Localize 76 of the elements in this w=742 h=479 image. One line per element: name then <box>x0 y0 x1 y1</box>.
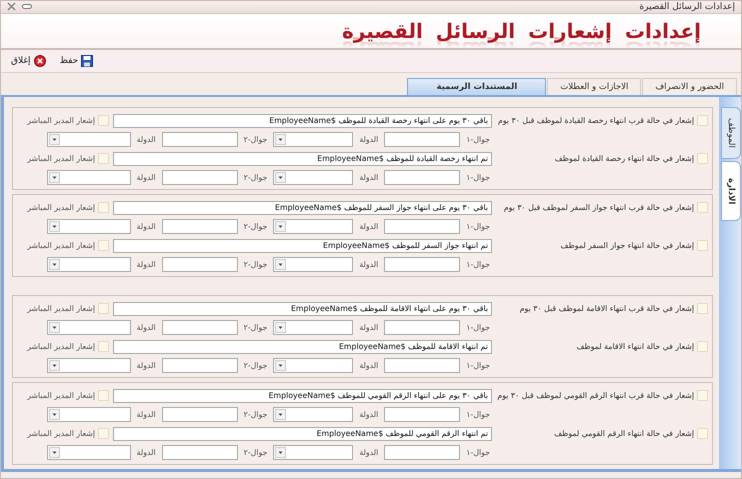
mobile-field[interactable] <box>162 132 238 147</box>
mobile-field[interactable] <box>384 320 460 335</box>
save-button[interactable]: حفظ <box>58 54 96 68</box>
mobile-field[interactable] <box>384 132 460 147</box>
checkbox[interactable] <box>98 390 109 401</box>
window-title: إعدادات الرسائل القصيرة <box>639 2 735 12</box>
close-icon[interactable] <box>7 2 16 12</box>
mobile-field[interactable] <box>162 219 238 234</box>
checkbox[interactable] <box>697 303 708 314</box>
country-dropdown[interactable] <box>46 358 131 373</box>
side-tab[interactable]: الادارة <box>721 160 741 222</box>
minimize-icon[interactable] <box>22 4 32 10</box>
mobile-field[interactable] <box>384 358 460 373</box>
caret-icon <box>48 409 60 420</box>
caret-icon <box>48 360 60 371</box>
checkbox[interactable] <box>98 153 109 164</box>
mobile-field[interactable] <box>384 257 460 272</box>
mobile-field[interactable] <box>384 170 460 185</box>
country-dropdown[interactable] <box>273 445 354 460</box>
caret-icon <box>48 221 60 232</box>
mobile-field[interactable] <box>384 445 460 460</box>
tab[interactable]: المستندات الرسمية <box>407 78 546 95</box>
checkbox[interactable] <box>98 240 109 251</box>
checkbox[interactable] <box>98 428 109 439</box>
checkbox[interactable] <box>697 341 708 352</box>
country-dropdown[interactable] <box>46 407 131 422</box>
checkbox[interactable] <box>697 240 708 251</box>
country-dropdown[interactable] <box>273 257 354 272</box>
checkbox[interactable] <box>98 341 109 352</box>
close-icon <box>34 55 46 67</box>
country-dropdown[interactable] <box>46 445 131 460</box>
caret-icon <box>48 259 60 270</box>
country-dropdown[interactable] <box>46 219 131 234</box>
mobile-field[interactable] <box>162 170 238 185</box>
caret-icon <box>275 322 286 333</box>
caret-icon <box>48 172 60 183</box>
page-title: إعدادات إشعارات الرسائل القصيرة <box>342 18 701 43</box>
checkbox[interactable] <box>98 115 109 126</box>
country-dropdown[interactable] <box>273 320 354 335</box>
checkbox[interactable] <box>98 303 109 314</box>
mobile-field[interactable] <box>162 407 238 422</box>
mobile-field[interactable] <box>162 257 238 272</box>
mobile-field[interactable] <box>384 219 460 234</box>
caret-icon <box>48 322 60 333</box>
mobile-field[interactable] <box>162 358 238 373</box>
caret-icon <box>275 221 286 232</box>
side-tab[interactable]: الموظف <box>721 107 741 159</box>
caret-icon <box>275 409 286 420</box>
country-dropdown[interactable] <box>273 358 354 373</box>
caret-icon <box>275 259 286 270</box>
caret-icon <box>275 447 286 458</box>
tab[interactable]: الحضور و الانصراف <box>642 78 737 95</box>
caret-icon <box>275 172 286 183</box>
close-button[interactable]: إغلاق <box>9 54 48 68</box>
checkbox[interactable] <box>697 428 708 439</box>
checkbox[interactable] <box>697 153 708 164</box>
country-dropdown[interactable] <box>46 132 131 147</box>
country-dropdown[interactable] <box>46 320 131 335</box>
country-dropdown[interactable] <box>46 257 131 272</box>
caret-icon <box>275 134 286 145</box>
checkbox[interactable] <box>697 202 708 213</box>
country-dropdown[interactable] <box>273 407 354 422</box>
country-dropdown[interactable] <box>273 132 354 147</box>
checkbox[interactable] <box>697 390 708 401</box>
caret-icon <box>275 360 286 371</box>
country-dropdown[interactable] <box>46 170 131 185</box>
mobile-field[interactable] <box>384 407 460 422</box>
country-dropdown[interactable] <box>273 219 354 234</box>
checkbox[interactable] <box>697 115 708 126</box>
country-dropdown[interactable] <box>273 170 354 185</box>
mobile-field[interactable] <box>162 445 238 460</box>
caret-icon <box>48 447 60 458</box>
tab[interactable]: الاجازات و العطلات <box>547 78 642 95</box>
mobile-field[interactable] <box>162 320 238 335</box>
checkbox[interactable] <box>98 202 109 213</box>
caret-icon <box>48 134 60 145</box>
